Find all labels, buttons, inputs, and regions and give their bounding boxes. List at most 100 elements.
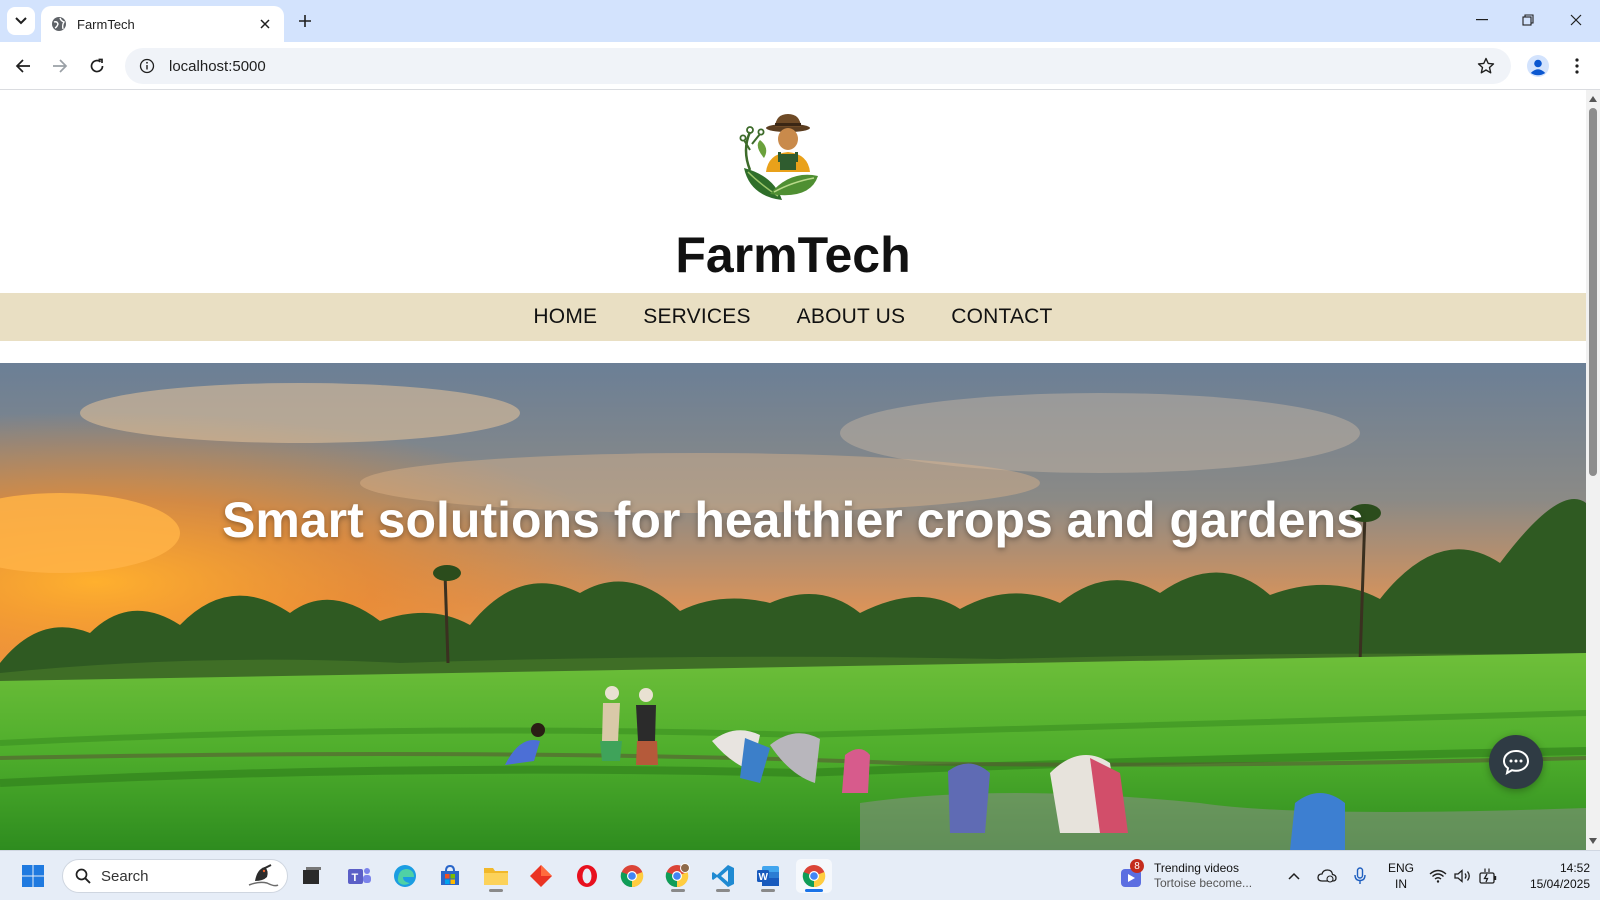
cloud-sync-icon: [1317, 869, 1337, 883]
file-explorer-button[interactable]: [478, 859, 514, 893]
svg-text:W: W: [759, 872, 769, 883]
search-icon: [75, 868, 91, 884]
word-icon: W: [757, 866, 779, 886]
opera-icon: [577, 865, 597, 887]
running-indicator: [489, 889, 503, 892]
restore-button[interactable]: [1505, 6, 1551, 34]
chat-bubble-icon: [1502, 749, 1530, 775]
teams-app-button[interactable]: T: [341, 859, 377, 893]
nav-services-link[interactable]: SERVICES: [643, 305, 750, 329]
reload-button[interactable]: [81, 50, 113, 82]
taskbar-search-box[interactable]: Search: [62, 859, 288, 893]
profile-avatar-icon: [1527, 55, 1549, 77]
battery-tray-button[interactable]: [1478, 861, 1498, 891]
store-app-button[interactable]: [432, 859, 468, 893]
microphone-icon: [1354, 867, 1366, 884]
restore-icon: [1522, 14, 1534, 26]
forward-button[interactable]: [44, 50, 76, 82]
input-language-indicator[interactable]: ENG IN: [1387, 860, 1415, 892]
task-view-button[interactable]: [294, 859, 330, 893]
system-clock[interactable]: 14:52 15/04/2025: [1508, 860, 1590, 892]
word-app-button[interactable]: W: [750, 859, 786, 893]
site-info-icon[interactable]: [129, 48, 165, 84]
chat-widget-button[interactable]: [1489, 735, 1543, 789]
search-highlight-bird-icon: [248, 864, 279, 887]
volume-tray-button[interactable]: [1453, 861, 1473, 891]
vscode-icon: [712, 865, 734, 887]
news-subtitle: Tortoise become...: [1154, 876, 1253, 890]
speaker-icon: [1454, 869, 1470, 883]
close-tab-icon[interactable]: [256, 15, 274, 33]
chevron-up-icon: [1288, 872, 1300, 880]
close-window-button[interactable]: [1553, 6, 1599, 34]
teams-icon: T: [348, 868, 371, 884]
chrome-profile-icon: [665, 863, 690, 888]
battery-charging-icon: [1479, 868, 1497, 884]
back-button[interactable]: [7, 50, 39, 82]
vscode-app-button[interactable]: [705, 859, 741, 893]
tab-title: FarmTech: [77, 16, 135, 32]
red-diamond-app-icon: [530, 865, 552, 887]
onedrive-tray-button[interactable]: [1316, 861, 1338, 891]
minimize-button[interactable]: [1459, 6, 1505, 34]
scroll-up-arrow-icon[interactable]: [1589, 96, 1597, 102]
tab-search-button[interactable]: [7, 7, 35, 35]
running-indicator: [761, 889, 775, 892]
farmtech-logo: [739, 114, 818, 200]
browser-menu-button[interactable]: [1562, 50, 1592, 82]
region-code: IN: [1395, 877, 1407, 891]
rice-field-sunset-image: [0, 363, 1586, 850]
scrollbar-thumb[interactable]: [1589, 108, 1597, 476]
arrow-right-icon: [53, 59, 68, 73]
hero-heading: Smart solutions for healthier crops and …: [222, 492, 1364, 548]
windows-taskbar: Search T W 8 Trending videos Tortoise be…: [0, 850, 1600, 900]
news-title: Trending videos: [1154, 861, 1239, 875]
plus-icon: [299, 15, 311, 27]
wifi-tray-button[interactable]: [1428, 861, 1448, 891]
reload-icon: [90, 58, 104, 73]
browser-tab[interactable]: FarmTech: [41, 6, 284, 42]
globe-icon: [51, 16, 67, 32]
minimize-icon: [1476, 19, 1488, 21]
app-red-diamond-button[interactable]: [523, 859, 559, 893]
bookmark-star-icon[interactable]: [1469, 49, 1503, 83]
svg-text:T: T: [352, 872, 359, 884]
address-bar[interactable]: localhost:5000: [125, 48, 1511, 84]
browser-toolbar: localhost:5000: [0, 42, 1600, 90]
more-vert-icon: [1575, 58, 1579, 74]
microphone-tray-button[interactable]: [1350, 861, 1370, 891]
nav-about-us-link[interactable]: ABOUT US: [797, 305, 906, 329]
news-badge: 8: [1130, 859, 1144, 873]
url-text[interactable]: localhost:5000: [169, 58, 1469, 75]
profile-button[interactable]: [1522, 50, 1554, 82]
wifi-icon: [1429, 869, 1447, 883]
task-view-icon: [303, 867, 321, 884]
nav-home-link[interactable]: HOME: [533, 305, 597, 329]
news-widget[interactable]: 8 Trending videos Tortoise become...: [1120, 859, 1270, 893]
close-icon: [1570, 14, 1582, 26]
language-code: ENG: [1387, 861, 1414, 875]
folder-icon: [484, 868, 508, 885]
chrome-profile-app-button[interactable]: [660, 859, 696, 893]
start-button[interactable]: [15, 859, 51, 893]
nav-contact-link[interactable]: CONTACT: [951, 305, 1052, 329]
edge-app-button[interactable]: [387, 859, 423, 893]
taskbar-search-label: Search: [101, 867, 149, 885]
new-tab-button[interactable]: [293, 9, 317, 33]
opera-app-button[interactable]: [569, 859, 605, 893]
chrome-app-button[interactable]: [614, 859, 650, 893]
chrome-icon: [620, 865, 644, 888]
chrome-active-app-button[interactable]: [796, 859, 832, 893]
windows-logo-icon: [22, 865, 44, 887]
page-scrollbar[interactable]: [1586, 90, 1600, 850]
scroll-down-arrow-icon[interactable]: [1589, 838, 1597, 844]
chevron-down-icon: [15, 17, 27, 25]
site-title: FarmTech: [675, 227, 911, 283]
running-indicator: [716, 889, 730, 892]
clock-date: 15/04/2025: [1529, 877, 1590, 891]
tab-strip: FarmTech: [0, 0, 1600, 42]
show-hidden-icons-button[interactable]: [1284, 861, 1304, 891]
video-news-icon: 8: [1120, 859, 1146, 889]
store-icon: [441, 864, 459, 885]
clock-time: 14:52: [1559, 861, 1590, 875]
